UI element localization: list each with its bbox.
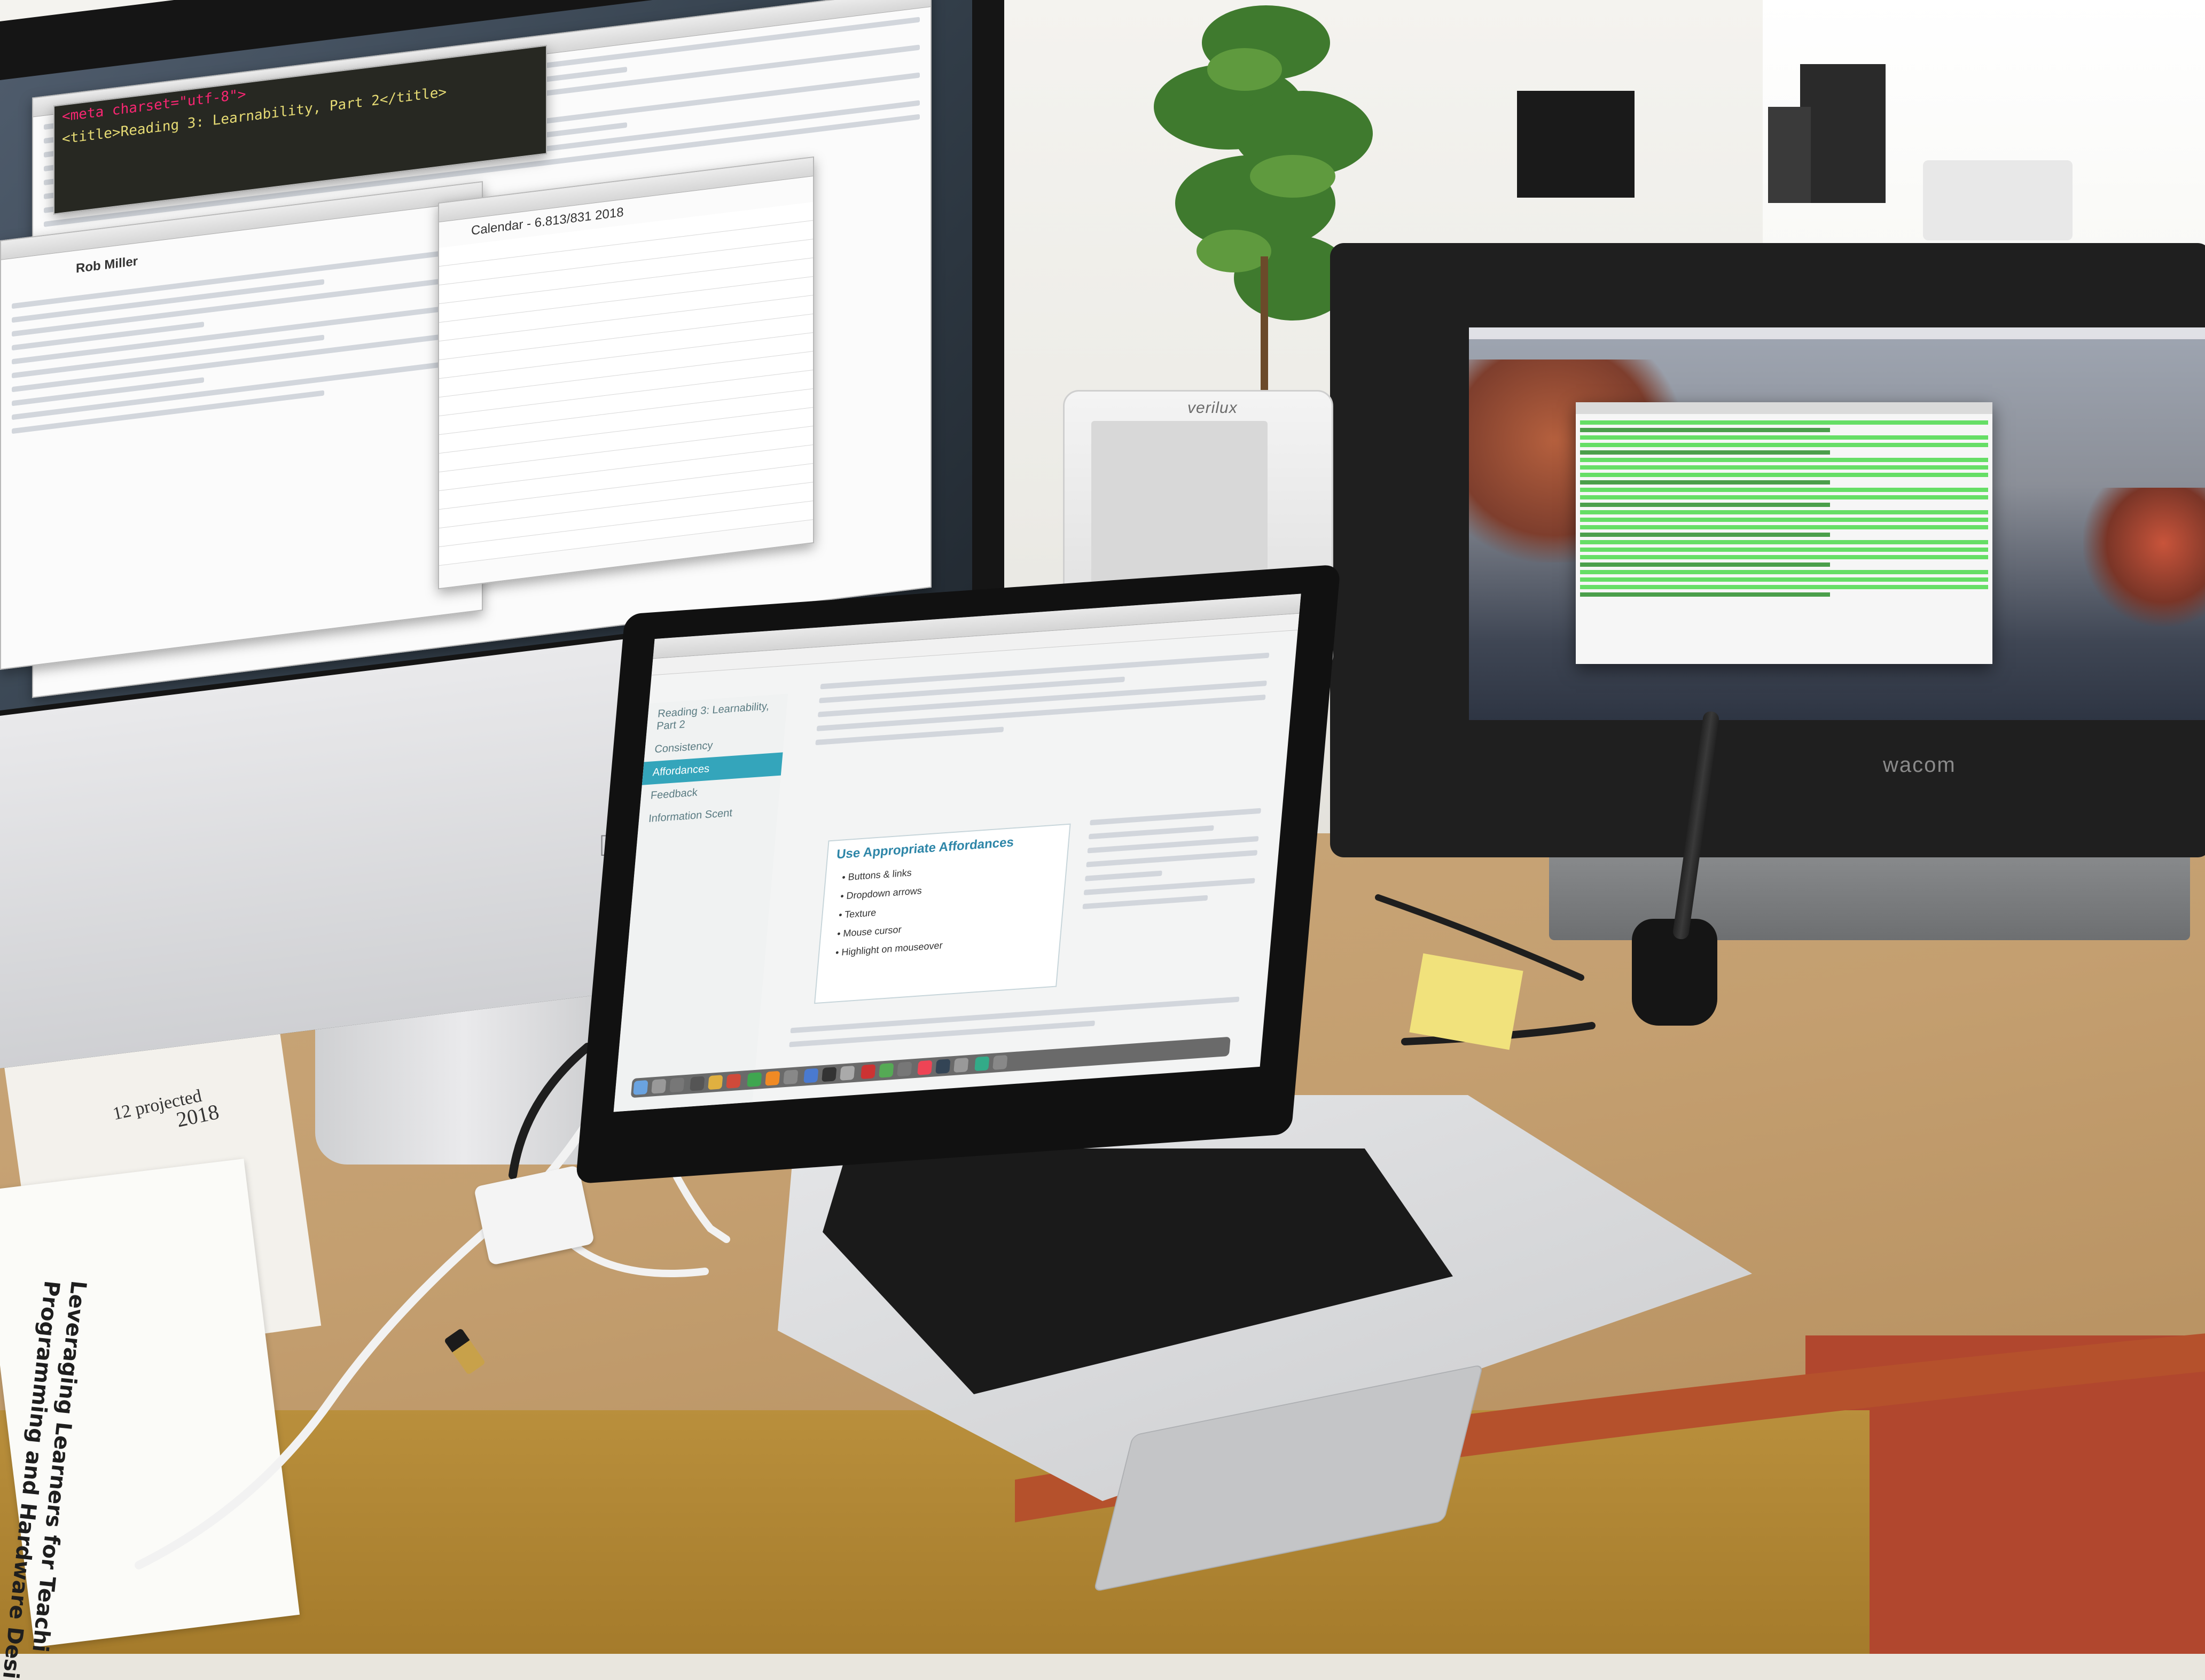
reading-text-right xyxy=(1071,799,1272,918)
laptop-screen: Reading 3: Learnability, Part 2 Consiste… xyxy=(613,593,1301,1112)
laptop-lid: Reading 3: Learnability, Part 2 Consiste… xyxy=(575,564,1341,1184)
reading-sidebar: Reading 3: Learnability, Part 2 Consiste… xyxy=(613,693,788,1112)
laptop: Reading 3: Learnability, Part 2 Consiste… xyxy=(575,564,1752,1592)
reading-text xyxy=(804,643,1281,754)
affordances-card: Use Appropriate Affordances Buttons & li… xyxy=(814,823,1071,1004)
